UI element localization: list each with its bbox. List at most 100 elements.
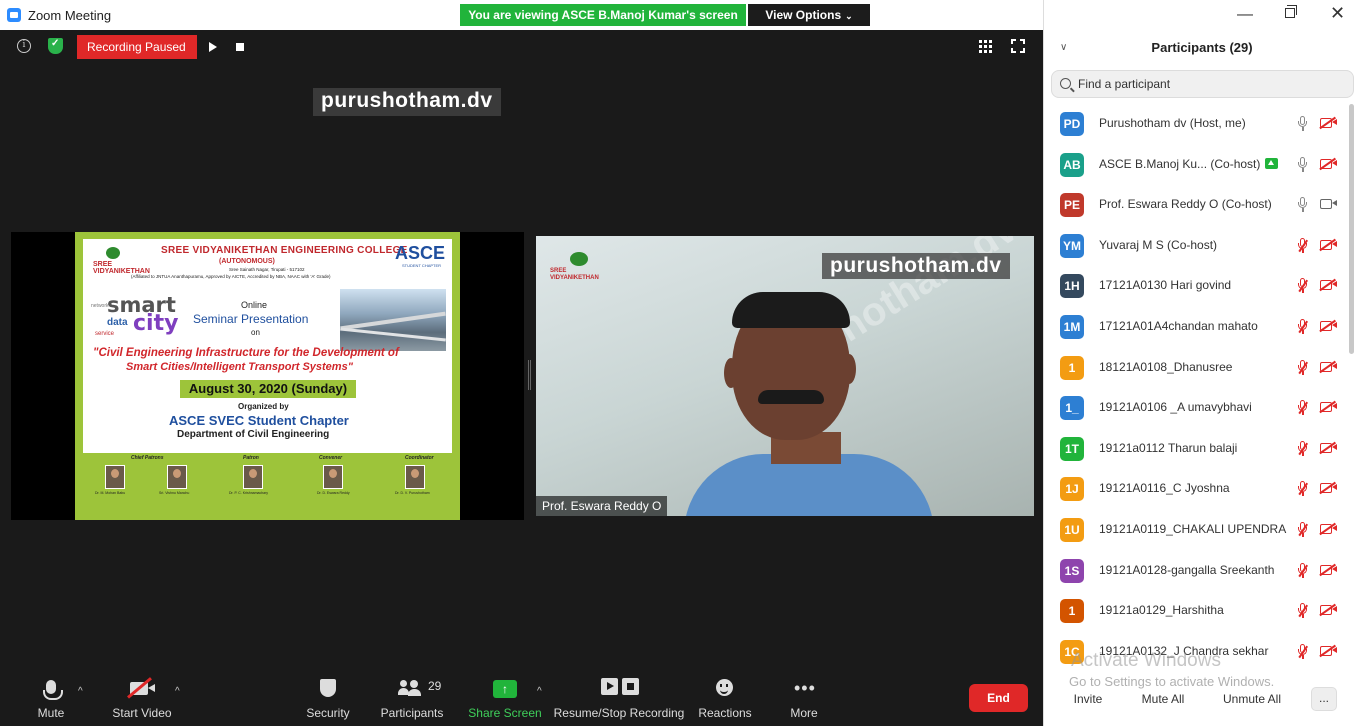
- video-off-icon[interactable]: [1320, 565, 1337, 575]
- share-screen-button[interactable]: ↑ Share Screen: [466, 670, 544, 726]
- video-camera-icon[interactable]: [1320, 199, 1337, 209]
- resume-stop-recording-button[interactable]: Resume/Stop Recording: [552, 670, 686, 726]
- close-button[interactable]: ✕: [1330, 3, 1345, 24]
- participants-button[interactable]: 29 Participants: [376, 670, 448, 726]
- video-off-icon[interactable]: [1320, 280, 1337, 290]
- mic-muted-icon[interactable]: [1298, 563, 1307, 579]
- avatar: 1U: [1060, 518, 1084, 542]
- role-label: Coordinator: [405, 455, 434, 461]
- mic-muted-icon[interactable]: [1298, 360, 1307, 376]
- panel-footer: Invite Mute All Unmute All ...: [1044, 684, 1360, 716]
- active-speaker-label: purushotham.dv: [313, 88, 501, 116]
- mic-muted-icon[interactable]: [1298, 522, 1307, 538]
- microphone-icon[interactable]: [1298, 157, 1307, 173]
- reactions-button[interactable]: Reactions: [696, 670, 754, 726]
- participant-row[interactable]: PD Purushotham dv (Host, me): [1044, 104, 1349, 144]
- more-button[interactable]: ••• More: [780, 670, 828, 726]
- participant-name-text: 17121A0130 Hari govind: [1099, 278, 1232, 292]
- resume-recording-icon[interactable]: [209, 42, 217, 52]
- participant-search[interactable]: [1051, 70, 1354, 98]
- mic-muted-icon[interactable]: [1298, 278, 1307, 294]
- poster-address: Sree Sainath Nagar, Tirupati - 517102: [229, 267, 305, 272]
- video-off-icon[interactable]: [1320, 646, 1337, 656]
- participant-name-text: 19121a0129_Harshitha: [1099, 603, 1224, 617]
- microphone-icon[interactable]: [1298, 197, 1307, 213]
- end-meeting-button[interactable]: End: [969, 684, 1028, 712]
- minimize-button[interactable]: —: [1237, 6, 1253, 24]
- dignitary-photo: [323, 465, 343, 489]
- participant-name-text: 18121A0108_Dhanusree: [1099, 360, 1233, 374]
- invite-button[interactable]: Invite: [1064, 687, 1112, 711]
- video-off-icon[interactable]: [1320, 443, 1337, 453]
- participant-row[interactable]: 1T 19121a0112 Tharun balaji: [1044, 429, 1349, 469]
- participant-row[interactable]: 1U 19121A0119_CHAKALI UPENDRA: [1044, 510, 1349, 550]
- video-off-icon[interactable]: [1320, 240, 1337, 250]
- participant-name: 17121A0130 Hari govind: [1099, 278, 1231, 292]
- video-off-icon[interactable]: [1320, 524, 1337, 534]
- mic-muted-icon[interactable]: [1298, 644, 1307, 660]
- mic-muted-icon[interactable]: [1298, 441, 1307, 457]
- participant-row[interactable]: 1_ 19121A0106 _A umavybhavi: [1044, 388, 1349, 428]
- mute-button[interactable]: Mute: [26, 670, 76, 726]
- avatar: 1J: [1060, 477, 1084, 501]
- panel-more-button[interactable]: ...: [1311, 687, 1337, 711]
- mic-muted-icon[interactable]: [1298, 319, 1307, 335]
- participant-name-text: Prof. Eswara Reddy O (Co-host): [1099, 197, 1272, 211]
- mic-muted-icon[interactable]: [1298, 603, 1307, 619]
- video-off-icon[interactable]: [1320, 402, 1337, 412]
- restore-button[interactable]: [1285, 5, 1297, 18]
- share-options-caret[interactable]: ^: [537, 686, 542, 697]
- start-video-button[interactable]: Start Video: [106, 670, 178, 726]
- participant-list-scrollbar[interactable]: [1349, 104, 1354, 354]
- participant-row[interactable]: 1H 17121A0130 Hari govind: [1044, 266, 1349, 306]
- stop-recording-icon[interactable]: [236, 43, 244, 51]
- participant-name: 19121A0128-gangalla Sreekanth: [1099, 563, 1274, 577]
- gallery-view-icon[interactable]: [979, 40, 992, 53]
- info-icon[interactable]: i: [17, 39, 31, 53]
- video-options-caret[interactable]: ^: [175, 686, 180, 697]
- participant-row[interactable]: PE Prof. Eswara Reddy O (Co-host): [1044, 185, 1349, 225]
- encryption-shield-icon[interactable]: [48, 38, 63, 54]
- split-divider-handle[interactable]: [528, 360, 531, 390]
- unmute-all-button[interactable]: Unmute All: [1212, 687, 1292, 711]
- participant-row[interactable]: 1M 17121A01A4chandan mahato: [1044, 307, 1349, 347]
- video-off-icon[interactable]: [1320, 159, 1337, 169]
- poster-college-name: SREE VIDYANIKETHAN ENGINEERING COLLEGE: [161, 245, 408, 256]
- video-off-icon[interactable]: [1320, 118, 1337, 128]
- video-off-icon[interactable]: [1320, 483, 1337, 493]
- dignitary-name: Dr. D. Eswara Reddy: [317, 491, 350, 495]
- share-screen-icon: ↑: [493, 680, 517, 698]
- participants-icon: [398, 680, 424, 696]
- poster-autonomous: (AUTONOMOUS): [219, 258, 275, 265]
- dignitary-name: Dr. D. V. Purushotham: [395, 491, 430, 495]
- video-off-icon[interactable]: [1320, 321, 1337, 331]
- microphone-icon[interactable]: [1298, 116, 1307, 132]
- video-off-icon[interactable]: [1320, 605, 1337, 615]
- participant-search-input[interactable]: [1078, 75, 1348, 93]
- dignitary-photo: [167, 465, 187, 489]
- view-options-button[interactable]: View Options ⌄: [748, 4, 870, 26]
- participant-row[interactable]: 1J 19121A0116_C Jyoshna: [1044, 469, 1349, 509]
- participant-name-text: 19121A0116_C Jyoshna: [1099, 481, 1230, 495]
- mute-all-button[interactable]: Mute All: [1132, 687, 1194, 711]
- security-button[interactable]: Security: [300, 670, 356, 726]
- participant-row[interactable]: YM Yuvaraj M S (Co-host): [1044, 226, 1349, 266]
- audio-options-caret[interactable]: ^: [78, 686, 83, 697]
- avatar: 1T: [1060, 437, 1084, 461]
- speaker-video-tile[interactable]: SREE VIDYANIKETHAN purushotham.dv purush…: [536, 236, 1034, 516]
- mic-muted-icon[interactable]: [1298, 400, 1307, 416]
- participant-row[interactable]: 1S 19121A0128-gangalla Sreekanth: [1044, 551, 1349, 591]
- mic-muted-icon[interactable]: [1298, 481, 1307, 497]
- dignitary-name: Dr. P. C. Krishnamachary: [229, 491, 269, 495]
- participant-row[interactable]: 1 18121A0108_Dhanusree: [1044, 348, 1349, 388]
- participant-row[interactable]: AB ASCE B.Manoj Ku... (Co-host): [1044, 145, 1349, 185]
- fullscreen-icon[interactable]: [1011, 39, 1025, 53]
- participant-name: 19121A0119_CHAKALI UPENDRA: [1099, 522, 1286, 536]
- video-off-icon[interactable]: [1320, 362, 1337, 372]
- mic-muted-icon[interactable]: [1298, 238, 1307, 254]
- participant-row[interactable]: 1 19121a0129_Harshitha: [1044, 591, 1349, 631]
- speaker-watermark-label: purushotham.dv: [822, 253, 1010, 279]
- window-title: Zoom Meeting: [28, 8, 112, 23]
- speaker-name-tag: Prof. Eswara Reddy O: [536, 496, 668, 516]
- shared-screen-tile[interactable]: SREE VIDYANIKETHAN SREE VIDYANIKETHAN EN…: [11, 232, 524, 520]
